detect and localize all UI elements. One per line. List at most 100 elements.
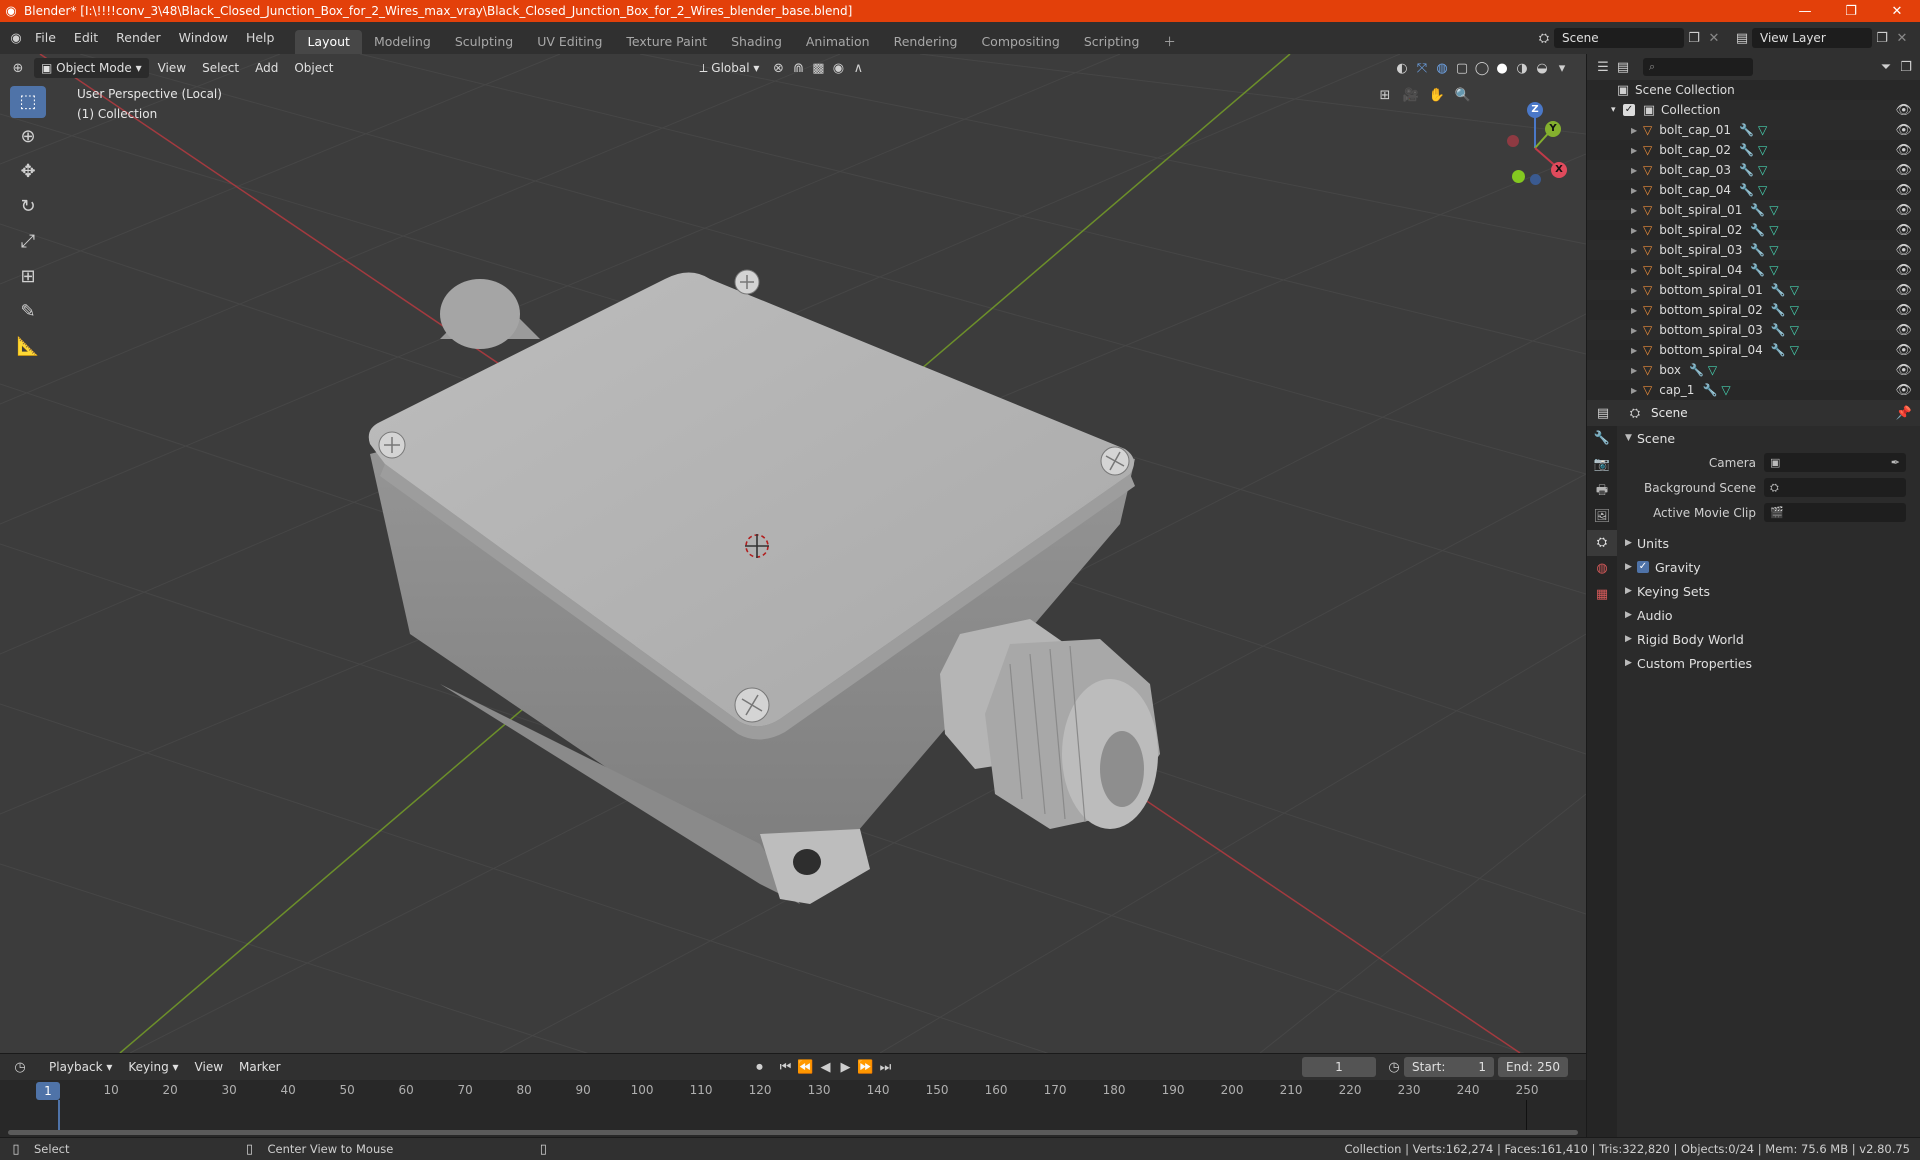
- modifier-icon[interactable]: 🔧: [1771, 343, 1786, 357]
- navigation-gizmo[interactable]: Z Y X: [1370, 88, 1570, 188]
- menu-object[interactable]: Object: [287, 58, 340, 78]
- expand-arrow-icon[interactable]: ▶: [1631, 386, 1643, 395]
- menu-window[interactable]: Window: [170, 22, 237, 54]
- material-shading-icon[interactable]: ◑: [1512, 61, 1532, 76]
- outliner-object-row[interactable]: ▶ ▽ bottom_spiral_03 🔧 ▽ 👁: [1587, 320, 1920, 340]
- scene-panel-header[interactable]: ▼ Scene: [1617, 426, 1920, 450]
- audio-panel-header[interactable]: ▶ Audio: [1617, 603, 1920, 627]
- expand-arrow-icon[interactable]: ▶: [1631, 286, 1643, 295]
- scene-tab-icon[interactable]: ⛭: [1587, 530, 1617, 556]
- current-frame-field[interactable]: 1: [1302, 1057, 1376, 1077]
- tab-scripting[interactable]: Scripting: [1072, 30, 1152, 54]
- outliner-object-row[interactable]: ▶ ▽ bottom_spiral_01 🔧 ▽ 👁: [1587, 280, 1920, 300]
- expand-arrow-icon[interactable]: ▶: [1631, 206, 1643, 215]
- mesh-data-icon[interactable]: ▽: [1769, 243, 1778, 257]
- modifier-icon[interactable]: 🔧: [1771, 303, 1786, 317]
- xray-icon[interactable]: ▢: [1452, 61, 1472, 76]
- playhead[interactable]: [58, 1100, 60, 1132]
- mesh-data-icon[interactable]: ▽: [1758, 123, 1767, 137]
- custom-properties-panel-header[interactable]: ▶ Custom Properties: [1617, 651, 1920, 675]
- scale-tool-icon[interactable]: ⤢: [10, 226, 46, 258]
- eye-icon[interactable]: 👁: [1895, 283, 1912, 298]
- restore-icon[interactable]: ❐: [1828, 4, 1874, 19]
- eye-icon[interactable]: 👁: [1895, 323, 1912, 338]
- snap-icon[interactable]: ⋒: [788, 61, 808, 76]
- gizmo-neg-x-icon[interactable]: [1507, 135, 1519, 147]
- timeline-editor-icon[interactable]: ◷: [10, 1060, 30, 1075]
- rendered-shading-icon[interactable]: ◒: [1532, 61, 1552, 76]
- mesh-data-icon[interactable]: ▽: [1758, 143, 1767, 157]
- eye-icon[interactable]: 👁: [1895, 203, 1912, 218]
- outliner-object-row[interactable]: ▶ ▽ bolt_cap_04 🔧 ▽ 👁: [1587, 180, 1920, 200]
- menu-file[interactable]: File: [26, 22, 65, 54]
- world-tab-icon[interactable]: ◍: [1587, 556, 1617, 582]
- filter-icon[interactable]: ⏷: [1876, 60, 1896, 75]
- timeline-scrollbar[interactable]: [8, 1130, 1578, 1135]
- select-box-tool-icon[interactable]: ⬚: [10, 86, 46, 118]
- object-mode-dropdown[interactable]: ▣ Object Mode ▾: [34, 58, 149, 78]
- cursor-tool-icon[interactable]: ⊕: [10, 121, 46, 153]
- snap-target-icon[interactable]: ▩: [808, 61, 828, 76]
- expand-arrow-icon[interactable]: ▶: [1631, 246, 1643, 255]
- tab-compositing[interactable]: Compositing: [969, 30, 1071, 54]
- outliner-object-row[interactable]: ▶ ▽ bolt_spiral_01 🔧 ▽ 👁: [1587, 200, 1920, 220]
- mesh-data-icon[interactable]: ▽: [1790, 283, 1799, 297]
- view-layer-selector[interactable]: View Layer: [1752, 28, 1872, 48]
- collection-checkbox[interactable]: ✓: [1623, 104, 1635, 116]
- outliner-object-row[interactable]: ▶ ▽ bolt_spiral_04 🔧 ▽ 👁: [1587, 260, 1920, 280]
- record-icon[interactable]: ⏺: [750, 1060, 770, 1075]
- delete-view-layer-icon[interactable]: ✕: [1892, 31, 1912, 46]
- gizmo-y-icon[interactable]: Y: [1545, 121, 1561, 137]
- end-frame-field[interactable]: End: 250: [1498, 1057, 1568, 1077]
- render-tab-icon[interactable]: 📷: [1587, 452, 1617, 478]
- minimize-icon[interactable]: —: [1782, 4, 1828, 19]
- outliner-search-input[interactable]: ⌕: [1643, 58, 1753, 76]
- view-layer-tab-icon[interactable]: 🖼: [1587, 504, 1617, 530]
- modifier-icon[interactable]: 🔧: [1739, 183, 1754, 197]
- active-movie-clip-field[interactable]: 🎬: [1764, 503, 1906, 522]
- outliner-object-row[interactable]: ▶ ▽ bolt_spiral_03 🔧 ▽ 👁: [1587, 240, 1920, 260]
- solid-shading-icon[interactable]: ●: [1492, 61, 1512, 76]
- jump-keyframe-back-icon[interactable]: ⏪: [796, 1060, 816, 1075]
- wireframe-shading-icon[interactable]: ◯: [1472, 61, 1492, 76]
- menu-timeline-view[interactable]: View: [188, 1057, 230, 1077]
- keying-sets-panel-header[interactable]: ▶ Keying Sets: [1617, 579, 1920, 603]
- outliner-object-row[interactable]: ▶ ▽ bolt_cap_03 🔧 ▽ 👁: [1587, 160, 1920, 180]
- mesh-data-icon[interactable]: ▽: [1758, 183, 1767, 197]
- menu-select[interactable]: Select: [195, 58, 246, 78]
- tab-layout[interactable]: Layout: [295, 30, 362, 54]
- expand-arrow-icon[interactable]: ▶: [1631, 166, 1643, 175]
- eye-icon[interactable]: 👁: [1895, 383, 1912, 398]
- tab-animation[interactable]: Animation: [794, 30, 882, 54]
- gizmo-x-icon[interactable]: X: [1551, 162, 1567, 178]
- rotate-tool-icon[interactable]: ↻: [10, 191, 46, 223]
- eye-icon[interactable]: 👁: [1895, 183, 1912, 198]
- collection-row[interactable]: ▾ ✓ ▣ Collection 👁: [1587, 100, 1920, 120]
- new-collection-icon[interactable]: ❐: [1896, 60, 1916, 75]
- modifier-icon[interactable]: 🔧: [1739, 143, 1754, 157]
- falloff-icon[interactable]: ∧: [848, 61, 868, 76]
- modifier-icon[interactable]: 🔧: [1689, 363, 1704, 377]
- eye-icon[interactable]: 👁: [1895, 143, 1912, 158]
- tab-rendering[interactable]: Rendering: [882, 30, 970, 54]
- units-panel-header[interactable]: ▶ Units: [1617, 531, 1920, 555]
- modifier-icon[interactable]: 🔧: [1771, 323, 1786, 337]
- display-mode-icon[interactable]: ▤: [1613, 60, 1633, 75]
- modifier-icon[interactable]: 🔧: [1750, 243, 1765, 257]
- texture-tab-icon[interactable]: ▦: [1587, 582, 1617, 608]
- eye-icon[interactable]: 👁: [1895, 263, 1912, 278]
- mesh-data-icon[interactable]: ▽: [1769, 203, 1778, 217]
- mesh-data-icon[interactable]: ▽: [1790, 343, 1799, 357]
- outliner-editor-icon[interactable]: ☰: [1593, 60, 1613, 75]
- proportional-edit-icon[interactable]: ◉: [828, 61, 848, 76]
- pin-icon[interactable]: 📌: [1894, 406, 1914, 421]
- play-icon[interactable]: ▶: [836, 1060, 856, 1075]
- camera-field[interactable]: ▣ ✒: [1764, 453, 1906, 472]
- outliner-object-row[interactable]: ▶ ▽ bolt_spiral_02 🔧 ▽ 👁: [1587, 220, 1920, 240]
- measure-tool-icon[interactable]: 📐: [10, 331, 46, 363]
- mesh-data-icon[interactable]: ▽: [1769, 263, 1778, 277]
- scene-icon[interactable]: ⛭: [1534, 31, 1554, 46]
- menu-help[interactable]: Help: [237, 22, 284, 54]
- overlays-icon[interactable]: ◍: [1432, 61, 1452, 76]
- output-tab-icon[interactable]: 🖶: [1587, 478, 1617, 504]
